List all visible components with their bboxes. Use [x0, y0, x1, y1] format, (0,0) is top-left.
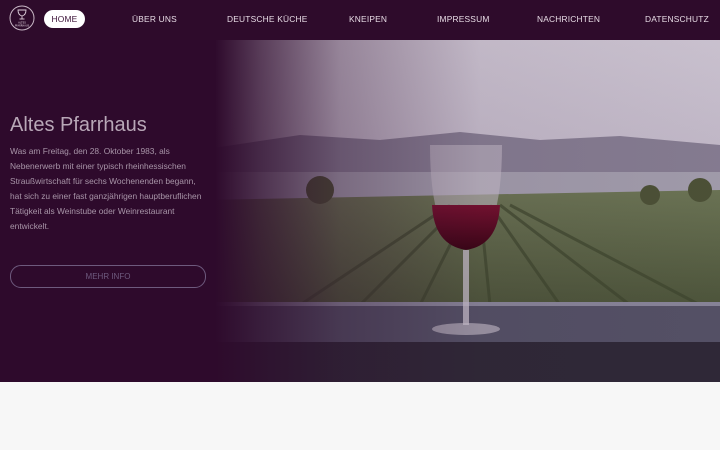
- nav-item-impressum[interactable]: IMPRESSUM: [437, 10, 490, 28]
- hero-description: Was am Freitag, den 28. Oktober 1983, al…: [10, 146, 202, 231]
- nav-item-datenschutz[interactable]: DATENSCHUTZ: [645, 10, 709, 28]
- wine-glass-logo-icon[interactable]: ALTES PFARRHAUS: [9, 5, 35, 31]
- nav-item-nachrichten[interactable]: NACHRICHTEN: [537, 10, 600, 28]
- mehr-info-button[interactable]: MEHR INFO: [10, 265, 206, 288]
- hero-title: Altes Pfarrhaus: [10, 114, 147, 136]
- nav-item-ueber-uns[interactable]: ÜBER UNS: [132, 10, 177, 28]
- top-navigation-bar: ALTES PFARRHAUS HOME ÜBER UNS DEUTSCHE K…: [0, 0, 720, 40]
- svg-text:PFARRHAUS: PFARRHAUS: [15, 25, 30, 28]
- nav-item-home[interactable]: HOME: [44, 10, 85, 28]
- hero-section: Altes Pfarrhaus Was am Freitag, den 28. …: [0, 40, 720, 382]
- nav-item-kneipen[interactable]: KNEIPEN: [349, 10, 387, 28]
- nav-item-deutsche-kueche[interactable]: DEUTSCHE KÜCHE: [227, 10, 308, 28]
